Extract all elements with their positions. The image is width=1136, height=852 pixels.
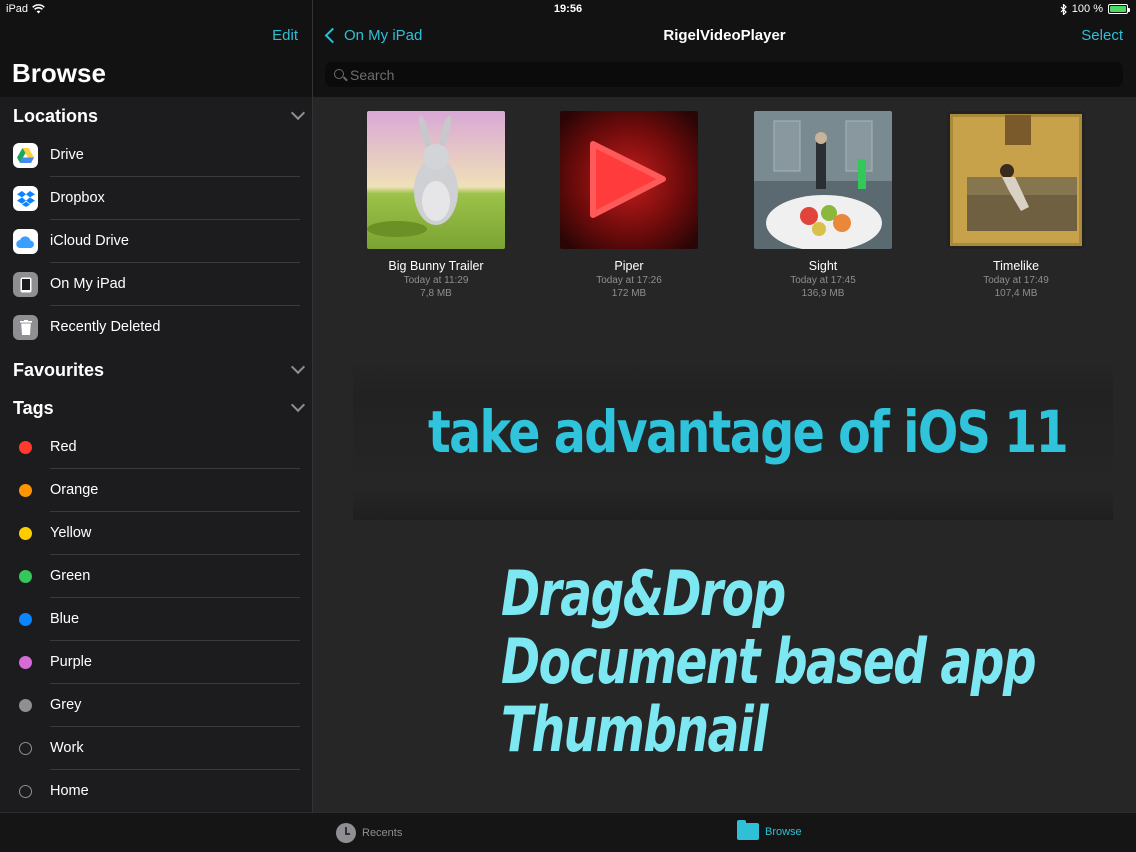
search-input[interactable] [350, 65, 1110, 85]
file-item-timelike[interactable]: Timelike Today at 17:49 107,4 MB [936, 111, 1096, 299]
file-size: 172 MB [611, 288, 647, 299]
locations-header-label: Locations [13, 106, 99, 126]
tag-label: Work [50, 740, 84, 756]
file-size: 136,9 MB [801, 288, 845, 299]
sidebar-tag-yellow[interactable]: Yellow [0, 512, 312, 555]
purple-tag-dot-icon [19, 656, 32, 669]
sidebar-tag-work[interactable]: Work [0, 727, 312, 770]
promo-feature: Drag&Drop [501, 557, 786, 630]
sidebar-item-label: iCloud Drive [50, 233, 129, 249]
video-thumbnail[interactable] [947, 111, 1085, 249]
file-date: Today at 17:49 [983, 275, 1049, 286]
tag-label: Red [50, 439, 77, 455]
search-icon [334, 69, 344, 79]
grey-tag-dot-icon [19, 699, 32, 712]
google-drive-icon [13, 143, 38, 168]
tab-recents[interactable]: Recents [336, 823, 402, 843]
sidebar-tag-purple[interactable]: Purple [0, 641, 312, 684]
sidebar-tag-orange[interactable]: Orange [0, 469, 312, 512]
chevron-down-icon [290, 105, 306, 121]
file-name: Piper [614, 259, 644, 273]
file-name: Sight [808, 259, 838, 273]
tag-label: Purple [50, 654, 92, 670]
folder-icon [737, 820, 759, 840]
clock-icon [336, 823, 356, 843]
select-button[interactable]: Select [1081, 27, 1123, 44]
battery-icon [1108, 4, 1130, 14]
sidebar-item-label: Recently Deleted [50, 319, 161, 335]
main-pane: On My iPad RigelVideoPlayer Select Big B… [313, 0, 1136, 812]
file-date: Today at 11:29 [403, 275, 469, 286]
tags-header-label: Tags [13, 398, 54, 418]
tag-label: Blue [50, 611, 80, 627]
search-bar[interactable] [325, 62, 1123, 87]
sidebar: Edit Browse Locations Drive Dropbox iClo… [0, 0, 312, 812]
tag-label: Green [50, 568, 91, 584]
sidebar-tag-green[interactable]: Green [0, 555, 312, 598]
sidebar-item-recently-deleted[interactable]: Recently Deleted [0, 306, 312, 349]
tab-label: Browse [765, 825, 802, 838]
sidebar-item-dropbox[interactable]: Dropbox [0, 177, 312, 220]
green-tag-dot-icon [19, 570, 32, 583]
video-thumbnail[interactable] [754, 111, 892, 249]
file-date: Today at 17:26 [596, 275, 662, 286]
promo-features: Drag&Drop Document based app Thumbnail [501, 557, 1037, 766]
tag-label: Home [50, 783, 89, 799]
favourites-header[interactable]: Favourites [13, 359, 306, 381]
tag-label: Grey [50, 697, 82, 713]
page-title: Browse [12, 58, 106, 88]
favourites-header-label: Favourites [13, 360, 105, 380]
chevron-down-icon [290, 359, 306, 375]
sidebar-item-label: Drive [50, 147, 84, 163]
file-size: 107,4 MB [994, 288, 1038, 299]
video-thumbnail[interactable] [560, 111, 698, 249]
sidebar-tag-grey[interactable]: Grey [0, 684, 312, 727]
battery-percent: 100 % [1071, 3, 1103, 15]
tab-bar: Recents Browse [0, 812, 1136, 852]
file-date: Today at 17:45 [790, 275, 856, 286]
red-tag-dot-icon [19, 441, 32, 454]
file-item-big-bunny-trailer[interactable]: Big Bunny Trailer Today at 11:29 7,8 MB [356, 111, 516, 299]
tab-browse[interactable]: Browse [737, 820, 802, 840]
blue-tag-dot-icon [19, 613, 32, 626]
sidebar-tag-blue[interactable]: Blue [0, 598, 312, 641]
yellow-tag-dot-icon [19, 527, 32, 540]
ipad-icon [13, 272, 38, 297]
orange-tag-dot-icon [19, 484, 32, 497]
promo-feature: Document based app [501, 625, 1037, 698]
bluetooth-icon [1060, 3, 1067, 15]
file-item-piper[interactable]: Piper Today at 17:26 172 MB [549, 111, 709, 299]
folder-title: RigelVideoPlayer [663, 27, 786, 44]
empty-tag-circle-icon [19, 785, 32, 798]
dropbox-icon [13, 186, 38, 211]
tab-label: Recents [362, 827, 403, 839]
file-name: Big Bunny Trailer [388, 259, 484, 273]
sidebar-tag-red[interactable]: Red [0, 426, 312, 469]
icloud-icon [13, 229, 38, 254]
locations-header[interactable]: Locations [13, 105, 306, 127]
sidebar-item-on-my-ipad[interactable]: On My iPad [0, 263, 312, 306]
file-name: Timelike [992, 259, 1040, 273]
file-size: 7,8 MB [420, 288, 452, 299]
trash-icon [13, 315, 38, 340]
status-time: 19:56 [553, 3, 583, 15]
empty-tag-circle-icon [19, 742, 32, 755]
chevron-down-icon [290, 397, 306, 413]
tag-label: Yellow [50, 525, 92, 541]
video-thumbnail[interactable] [367, 111, 505, 249]
sidebar-tag-home[interactable]: Home [0, 770, 312, 813]
promo-headline: take advantage of iOS 11 [428, 398, 1069, 466]
promo-feature: Thumbnail [501, 693, 769, 766]
tag-label: Orange [50, 482, 99, 498]
tags-header[interactable]: Tags [13, 397, 306, 419]
sidebar-item-drive[interactable]: Drive [0, 134, 312, 177]
edit-button[interactable]: Edit [272, 27, 298, 44]
file-item-sight[interactable]: Sight Today at 17:45 136,9 MB [743, 111, 903, 299]
sidebar-item-label: On My iPad [50, 276, 126, 292]
sidebar-item-icloud-drive[interactable]: iCloud Drive [0, 220, 312, 263]
sidebar-item-label: Dropbox [50, 190, 105, 206]
status-bar: iPad 19:56 100 % [0, 0, 1136, 18]
